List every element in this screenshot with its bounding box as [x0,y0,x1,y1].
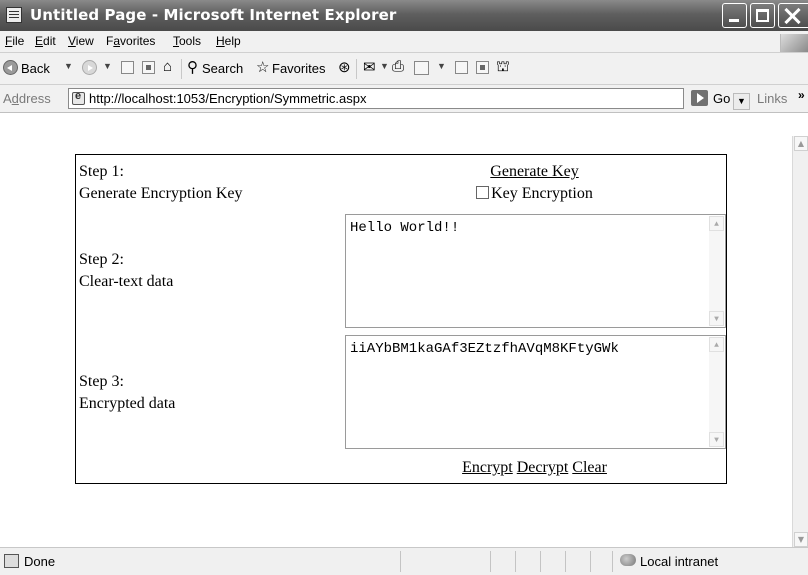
address-url[interactable]: http://localhost:1053/Encryption/Symmetr… [89,91,366,106]
links-button[interactable]: Links [757,91,787,106]
favorites-button[interactable]: Favorites [272,61,325,76]
key-controls: Generate Key Key Encryption [344,161,725,205]
forward-dropdown-icon[interactable]: ▼ [103,61,112,71]
step3-block: Step 3: Encrypted data [79,371,175,415]
generate-key-link[interactable]: Generate Key [490,163,578,180]
key-encryption-label[interactable]: Key Encryption [491,185,593,202]
step3-description: Encrypted data [79,395,176,412]
step1-title: Step 1: [79,163,124,180]
status-divider [540,551,541,572]
home-icon[interactable]: ⌂ [163,58,172,75]
status-divider [490,551,491,572]
menu-favorites[interactable]: Favorites [106,34,155,48]
page-icon [72,90,85,105]
address-label: Address [3,91,51,106]
status-bar: Done Local intranet [0,547,808,575]
research-icon[interactable]: ⛫ [496,58,510,77]
step2-description: Clear-text data [79,273,174,290]
windows-flag-icon [780,34,808,52]
encrypted-scrollbar[interactable]: ▲ ▼ [709,337,724,447]
scroll-up-icon[interactable]: ▲ [709,216,724,231]
menu-help[interactable]: Help [216,34,241,48]
history-icon[interactable]: ⊛ [338,58,351,76]
window-title: Untitled Page - Microsoft Internet Explo… [30,6,397,24]
minimize-button[interactable] [722,3,747,28]
scroll-down-icon[interactable]: ▼ [709,311,724,326]
print-icon[interactable]: ⎙ [392,58,404,75]
step1-block: Step 1: Generate Encryption Key [79,161,242,205]
back-arrow-icon[interactable] [3,60,18,75]
scroll-up-icon[interactable]: ▲ [709,337,724,352]
stop-icon[interactable] [121,61,134,74]
step1-description: Generate Encryption Key [79,185,243,202]
mail-icon[interactable]: ✉ [363,58,376,76]
status-divider [565,551,566,572]
messenger-icon[interactable] [476,61,489,74]
close-button[interactable] [778,3,808,28]
toolbar-separator [181,59,182,79]
security-zone: Local intranet [640,554,719,569]
clear-text-scrollbar[interactable]: ▲ ▼ [709,216,724,326]
encrypted-textarea[interactable]: iiAYbBM1kaGAf3EZtzfhAVqM8KFtyGWk ▲ ▼ [345,335,726,449]
status-divider [515,551,516,572]
maximize-button[interactable] [750,3,775,28]
menu-view[interactable]: View [68,34,94,48]
status-text: Done [24,554,56,569]
menu-edit[interactable]: Edit [35,34,56,48]
status-divider [400,551,401,572]
back-button[interactable]: Back [21,61,50,76]
toolbar-separator [356,59,357,79]
address-dropdown-icon[interactable]: ▼ [733,93,750,110]
scroll-down-icon[interactable]: ▼ [709,432,724,447]
encryption-form: Step 1: Generate Encryption Key Generate… [75,154,727,484]
favorites-star-icon[interactable]: ☆ [256,58,269,76]
refresh-icon[interactable] [142,61,155,74]
clear-link[interactable]: Clear [572,459,607,476]
encrypt-link[interactable]: Encrypt [462,459,513,476]
standard-toolbar: Back ▼ ▼ ⌂ ⚲ Search ☆ Favorites ⊛ ✉ ▼ ⎙ … [0,53,808,85]
search-button[interactable]: Search [202,61,243,76]
clear-text-textarea[interactable]: Hello World!! ▲ ▼ [345,214,726,328]
mail-dropdown-icon[interactable]: ▼ [380,61,389,71]
page-scrollbar[interactable]: ▲ ▼ [792,136,808,547]
clear-text-value[interactable]: Hello World!! [350,219,702,237]
back-dropdown-icon[interactable]: ▼ [64,61,73,71]
page-scroll-up-icon[interactable]: ▲ [794,136,808,151]
go-button[interactable]: Go [713,91,730,106]
menu-file[interactable]: File [5,34,24,48]
address-input[interactable]: http://localhost:1053/Encryption/Symmetr… [68,88,750,110]
decrypt-link[interactable]: Decrypt [517,459,569,476]
edit-dropdown-icon[interactable]: ▼ [437,61,446,71]
go-arrow-icon[interactable] [691,90,708,106]
discuss-icon[interactable] [455,61,468,74]
word-icon[interactable] [414,61,429,75]
step2-block: Step 2: Clear-text data [79,249,173,293]
search-icon[interactable]: ⚲ [187,58,198,76]
intranet-zone-icon [620,554,636,566]
menu-bar: File Edit View Favorites Tools Help [0,31,808,53]
ie-page-icon [6,7,22,23]
page-scroll-down-icon[interactable]: ▼ [794,532,808,547]
menu-tools[interactable]: Tools [173,34,201,48]
forward-arrow-icon[interactable] [82,60,97,75]
title-bar[interactable]: Untitled Page - Microsoft Internet Explo… [0,0,808,31]
action-links: Encrypt Decrypt Clear [344,457,725,479]
key-encryption-checkbox[interactable] [476,186,490,199]
page-done-icon [4,554,19,568]
address-bar: Address http://localhost:1053/Encryption… [0,85,808,113]
status-divider [612,551,613,572]
encrypted-value[interactable]: iiAYbBM1kaGAf3EZtzfhAVqM8KFtyGWk [350,340,702,358]
step3-title: Step 3: [79,373,124,390]
step2-title: Step 2: [79,251,124,268]
links-more-icon[interactable]: » [798,88,805,102]
status-divider [590,551,591,572]
